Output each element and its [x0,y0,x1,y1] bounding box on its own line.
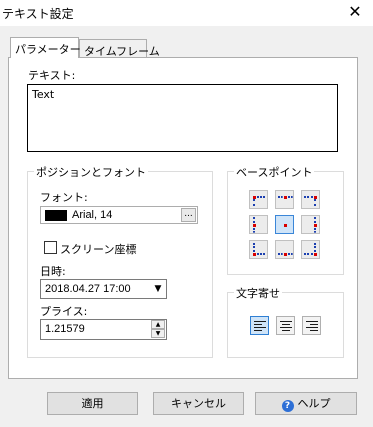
anchor-top-center[interactable] [275,190,294,209]
anchor-center[interactable] [275,215,294,234]
title-bar: テキスト設定 ✕ [0,0,373,26]
spin-down-icon[interactable]: ▼ [151,329,165,338]
close-icon[interactable]: ✕ [345,2,365,22]
datetime-picker[interactable]: 2018.04.27 17:00 ▼ [40,279,167,299]
anchor-top-right[interactable] [301,190,320,209]
font-selector[interactable]: Arial, 14 ... [40,206,198,224]
price-value: 1.21579 [45,323,85,335]
font-label: フォント: [40,191,88,204]
help-button[interactable]: ? ヘルプ [255,392,357,415]
font-color-swatch [45,210,67,221]
text-label: テキスト: [28,69,76,82]
window-title: テキスト設定 [2,7,74,21]
anchor-bottom-center[interactable] [275,240,294,259]
spin-up-icon[interactable]: ▲ [151,320,165,329]
anchor-bottom-left[interactable] [249,240,268,259]
price-stepper[interactable]: 1.21579 ▲ ▼ [40,319,167,340]
align-right-icon[interactable] [302,316,321,335]
help-label: ヘルプ [297,397,331,410]
align-left-icon[interactable] [250,316,269,335]
datetime-value: 2018.04.27 17:00 [45,283,131,295]
anchor-top-left[interactable] [249,190,268,209]
position-font-legend: ポジションとフォント [34,164,148,180]
chevron-down-icon[interactable]: ▼ [152,282,164,296]
help-icon: ? [281,400,294,412]
font-value: Arial, 14 [72,209,113,221]
font-more-button[interactable]: ... [181,208,196,222]
text-input[interactable]: Text [27,84,338,152]
align-center-icon[interactable] [276,316,295,335]
anchor-middle-right[interactable] [301,215,320,234]
tab-timeframe[interactable]: タイムフレーム [79,39,160,59]
anchor-bottom-right[interactable] [301,240,320,259]
tab-parameters[interactable]: パラメーター [10,37,81,58]
screen-coords-label: スクリーン座標 [60,243,137,256]
price-label: プライス: [40,305,88,318]
anchor-middle-left[interactable] [249,215,268,234]
base-point-legend: ベースポイント [234,164,315,180]
apply-button[interactable]: 適用 [47,392,138,415]
datetime-label: 日時: [40,265,66,278]
text-align-legend: 文字寄せ [234,285,282,301]
cancel-button[interactable]: キャンセル [153,392,244,415]
screen-coords-checkbox[interactable] [44,241,57,254]
